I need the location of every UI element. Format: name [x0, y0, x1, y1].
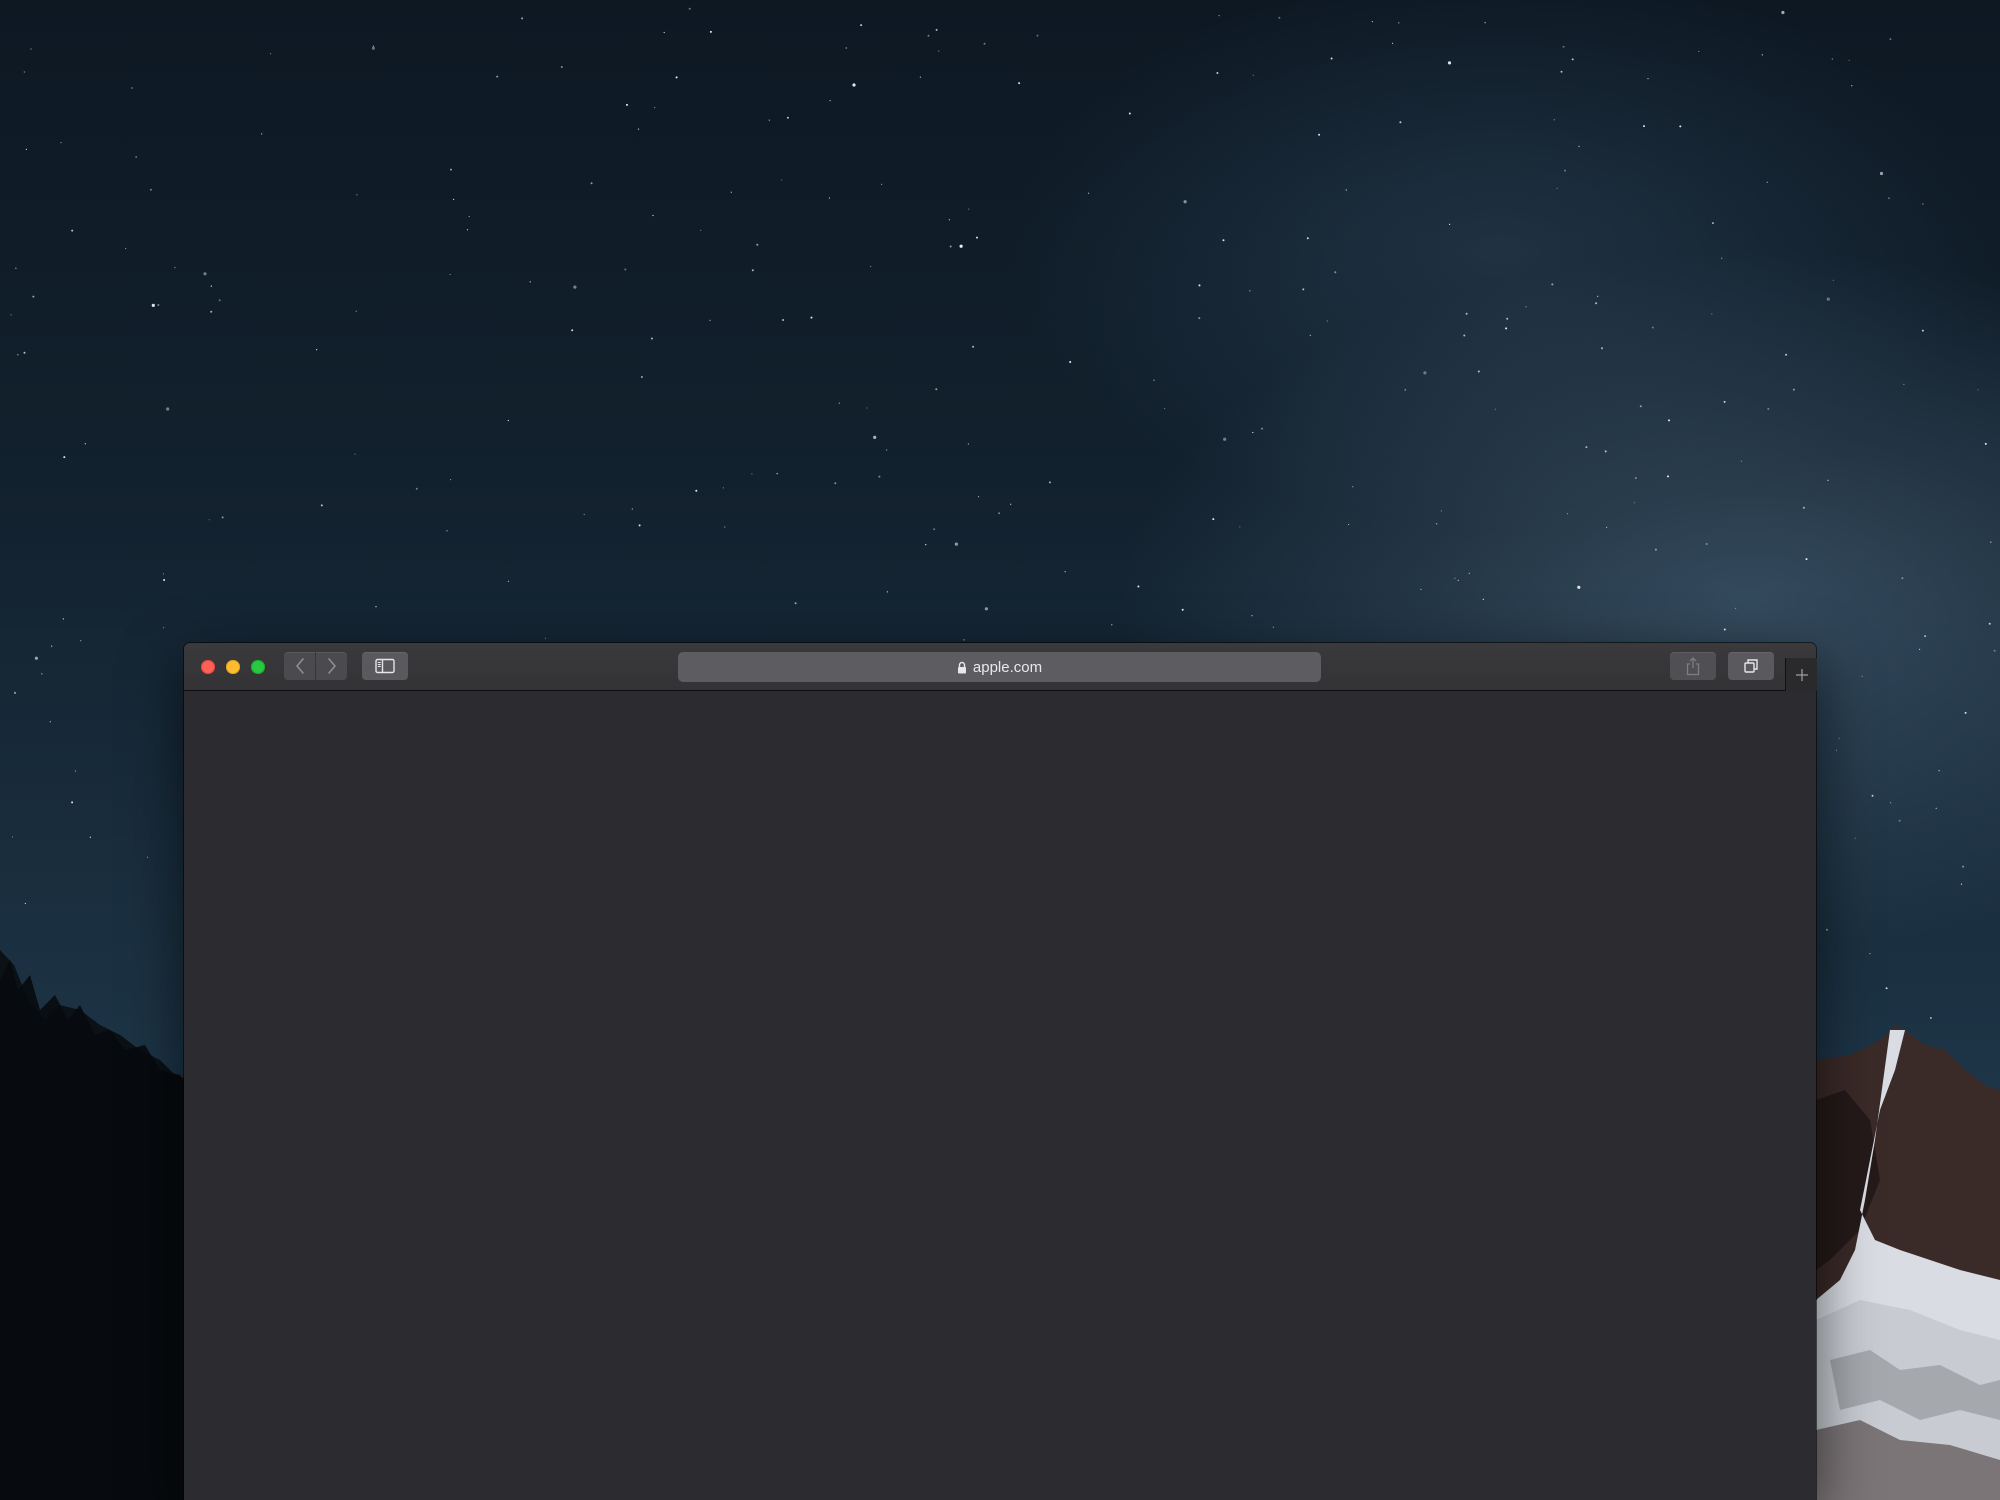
sidebar-icon [375, 658, 395, 674]
zoom-window-button[interactable] [251, 660, 265, 674]
share-icon [1686, 657, 1700, 676]
close-window-button[interactable] [201, 660, 215, 674]
browser-window: apple.com [184, 643, 1817, 1500]
web-content-area[interactable] [184, 691, 1816, 1500]
desktop: apple.com [0, 0, 2000, 1500]
back-button[interactable] [284, 652, 315, 680]
chevron-right-icon [327, 658, 336, 674]
left-trees [0, 960, 190, 1500]
browser-toolbar: apple.com [184, 643, 1817, 691]
share-button[interactable] [1670, 652, 1716, 680]
minimize-window-button[interactable] [226, 660, 240, 674]
new-tab-button[interactable] [1785, 658, 1817, 691]
address-bar[interactable]: apple.com [678, 652, 1321, 682]
chevron-left-icon [295, 658, 304, 674]
tab-overview-button[interactable] [1728, 652, 1774, 680]
sidebar-toggle-button[interactable] [362, 652, 408, 680]
lock-icon [957, 661, 967, 674]
address-url: apple.com [972, 658, 1043, 676]
tab-overview-icon [1744, 659, 1758, 673]
plus-icon [1795, 668, 1808, 681]
forward-button[interactable] [316, 652, 347, 680]
